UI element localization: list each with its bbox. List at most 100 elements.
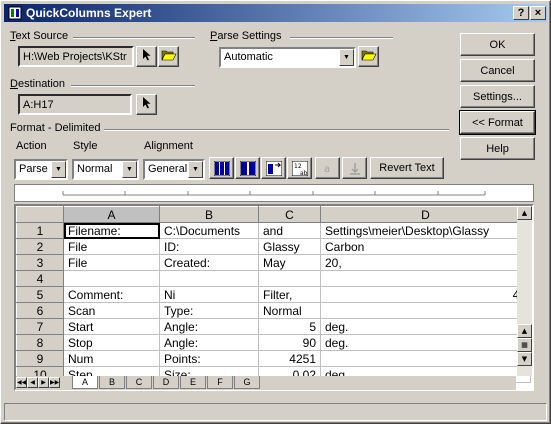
- chevron-down-icon[interactable]: ▼: [339, 49, 354, 66]
- destination-field[interactable]: A:H17: [18, 94, 132, 115]
- cell[interactable]: 20,: [320, 254, 531, 271]
- chevron-down-icon[interactable]: ▼: [188, 161, 203, 178]
- row-header[interactable]: 8: [16, 334, 64, 351]
- text-source-browse-button[interactable]: [158, 46, 179, 67]
- cell[interactable]: Ni: [159, 286, 259, 303]
- grid-view-icon[interactable]: ▦: [517, 338, 532, 352]
- insert-columns-button[interactable]: [209, 157, 234, 179]
- cell[interactable]: and: [258, 222, 321, 239]
- cell[interactable]: Created:: [159, 254, 259, 271]
- open-folder-icon: [361, 50, 376, 61]
- parse-settings-divider: [290, 37, 393, 39]
- cell[interactable]: Angle:: [159, 318, 259, 335]
- action-select[interactable]: Parse ▼: [14, 159, 68, 180]
- row-header[interactable]: 5: [16, 286, 64, 303]
- scroll-down-icon[interactable]: ▼: [517, 352, 532, 366]
- help-button[interactable]: Help: [460, 137, 535, 160]
- row-header[interactable]: 7: [16, 318, 64, 335]
- cell[interactable]: May: [258, 254, 321, 271]
- row-header[interactable]: 2: [16, 238, 64, 255]
- column-header[interactable]: B: [159, 206, 259, 223]
- cell[interactable]: Settings\meier\Desktop\Glassy: [320, 222, 531, 239]
- cell[interactable]: [320, 302, 531, 319]
- cell[interactable]: Carbon: [320, 238, 531, 255]
- scroll-up-icon[interactable]: ▲: [517, 206, 532, 220]
- split-columns-button[interactable]: [235, 157, 260, 179]
- preview-spreadsheet[interactable]: A B C D 1 Filename: C:\Documents and Setting…: [14, 204, 534, 391]
- cell[interactable]: Points:: [159, 350, 259, 367]
- sheet-tab[interactable]: C: [126, 376, 152, 389]
- row-header[interactable]: 4: [16, 270, 64, 287]
- cell[interactable]: 4251: [258, 350, 321, 367]
- row-header[interactable]: 1: [16, 222, 64, 239]
- cell[interactable]: deg.: [320, 318, 531, 335]
- alignment-select[interactable]: General ▼: [143, 159, 205, 180]
- cell[interactable]: deg.: [320, 334, 531, 351]
- style-select[interactable]: Normal ▼: [72, 159, 139, 180]
- destination-pick-button[interactable]: [136, 94, 157, 115]
- column-header[interactable]: A: [63, 206, 160, 223]
- chevron-down-icon[interactable]: ▼: [51, 161, 66, 178]
- format-toggle-button[interactable]: << Format: [459, 110, 536, 135]
- cell[interactable]: 45: [320, 286, 531, 303]
- scroll-down-icon[interactable]: ▲: [517, 324, 532, 338]
- column-header[interactable]: D: [320, 206, 531, 223]
- cell[interactable]: File: [63, 238, 160, 255]
- numbering-button[interactable]: 12 ab: [287, 157, 312, 179]
- first-sheet-icon[interactable]: ◀◀: [16, 377, 27, 388]
- sheet-tab[interactable]: A: [72, 376, 98, 389]
- parse-settings-select[interactable]: Automatic ▼: [219, 47, 356, 68]
- text-source-field[interactable]: H:\Web Projects\KStr: [18, 46, 134, 67]
- cell[interactable]: 90: [258, 334, 321, 351]
- cell[interactable]: ID:: [159, 238, 259, 255]
- cancel-button[interactable]: Cancel: [460, 59, 535, 82]
- cell[interactable]: C:\Documents: [159, 222, 259, 239]
- cell[interactable]: Num: [63, 350, 160, 367]
- sheet-tab[interactable]: G: [234, 376, 260, 389]
- cell[interactable]: Start: [63, 318, 160, 335]
- chevron-down-icon[interactable]: ▼: [122, 161, 137, 178]
- title-bar[interactable]: QuickColumns Expert ? ×: [4, 4, 547, 22]
- row-header[interactable]: 9: [16, 350, 64, 367]
- column-ruler[interactable]: [14, 184, 534, 202]
- close-caption-button[interactable]: ×: [530, 6, 546, 20]
- settings-button[interactable]: Settings...: [460, 85, 535, 108]
- cell[interactable]: Comment:: [63, 286, 160, 303]
- move-column-button[interactable]: [261, 157, 286, 179]
- corner-cell[interactable]: [16, 206, 64, 223]
- row-header[interactable]: 6: [16, 302, 64, 319]
- cell[interactable]: Angle:: [159, 334, 259, 351]
- svg-text:ab: ab: [300, 170, 308, 176]
- ok-button[interactable]: OK: [460, 33, 535, 56]
- next-sheet-icon[interactable]: ▶: [38, 377, 49, 388]
- sheet-tab[interactable]: F: [207, 376, 233, 389]
- sheet-tab[interactable]: E: [180, 376, 206, 389]
- cell[interactable]: [63, 270, 160, 287]
- merge-down-button[interactable]: [342, 157, 367, 179]
- cell[interactable]: [159, 270, 259, 287]
- help-caption-button[interactable]: ?: [513, 6, 529, 20]
- cell[interactable]: File: [63, 254, 160, 271]
- cell[interactable]: Type:: [159, 302, 259, 319]
- text-format-button[interactable]: a: [315, 157, 340, 179]
- revert-text-button[interactable]: Revert Text: [370, 157, 444, 179]
- cell[interactable]: Scan: [63, 302, 160, 319]
- cell[interactable]: 5: [258, 318, 321, 335]
- sheet-tab[interactable]: B: [99, 376, 125, 389]
- prev-sheet-icon[interactable]: ◀: [27, 377, 38, 388]
- cell[interactable]: Filename:: [63, 222, 160, 239]
- cell[interactable]: Filter,: [258, 286, 321, 303]
- cell[interactable]: [258, 270, 321, 287]
- cell[interactable]: Glassy: [258, 238, 321, 255]
- cell[interactable]: Normal: [258, 302, 321, 319]
- column-header[interactable]: C: [258, 206, 321, 223]
- vertical-scrollbar[interactable]: ▲ ▲ ▦ ▼: [517, 206, 532, 376]
- last-sheet-icon[interactable]: ▶▶: [49, 377, 60, 388]
- sheet-tab[interactable]: D: [153, 376, 179, 389]
- row-header[interactable]: 3: [16, 254, 64, 271]
- cell[interactable]: Stop: [63, 334, 160, 351]
- parse-settings-browse-button[interactable]: [358, 46, 379, 67]
- cell[interactable]: [320, 270, 531, 287]
- text-source-pick-button[interactable]: [136, 46, 157, 67]
- cell[interactable]: [320, 350, 531, 367]
